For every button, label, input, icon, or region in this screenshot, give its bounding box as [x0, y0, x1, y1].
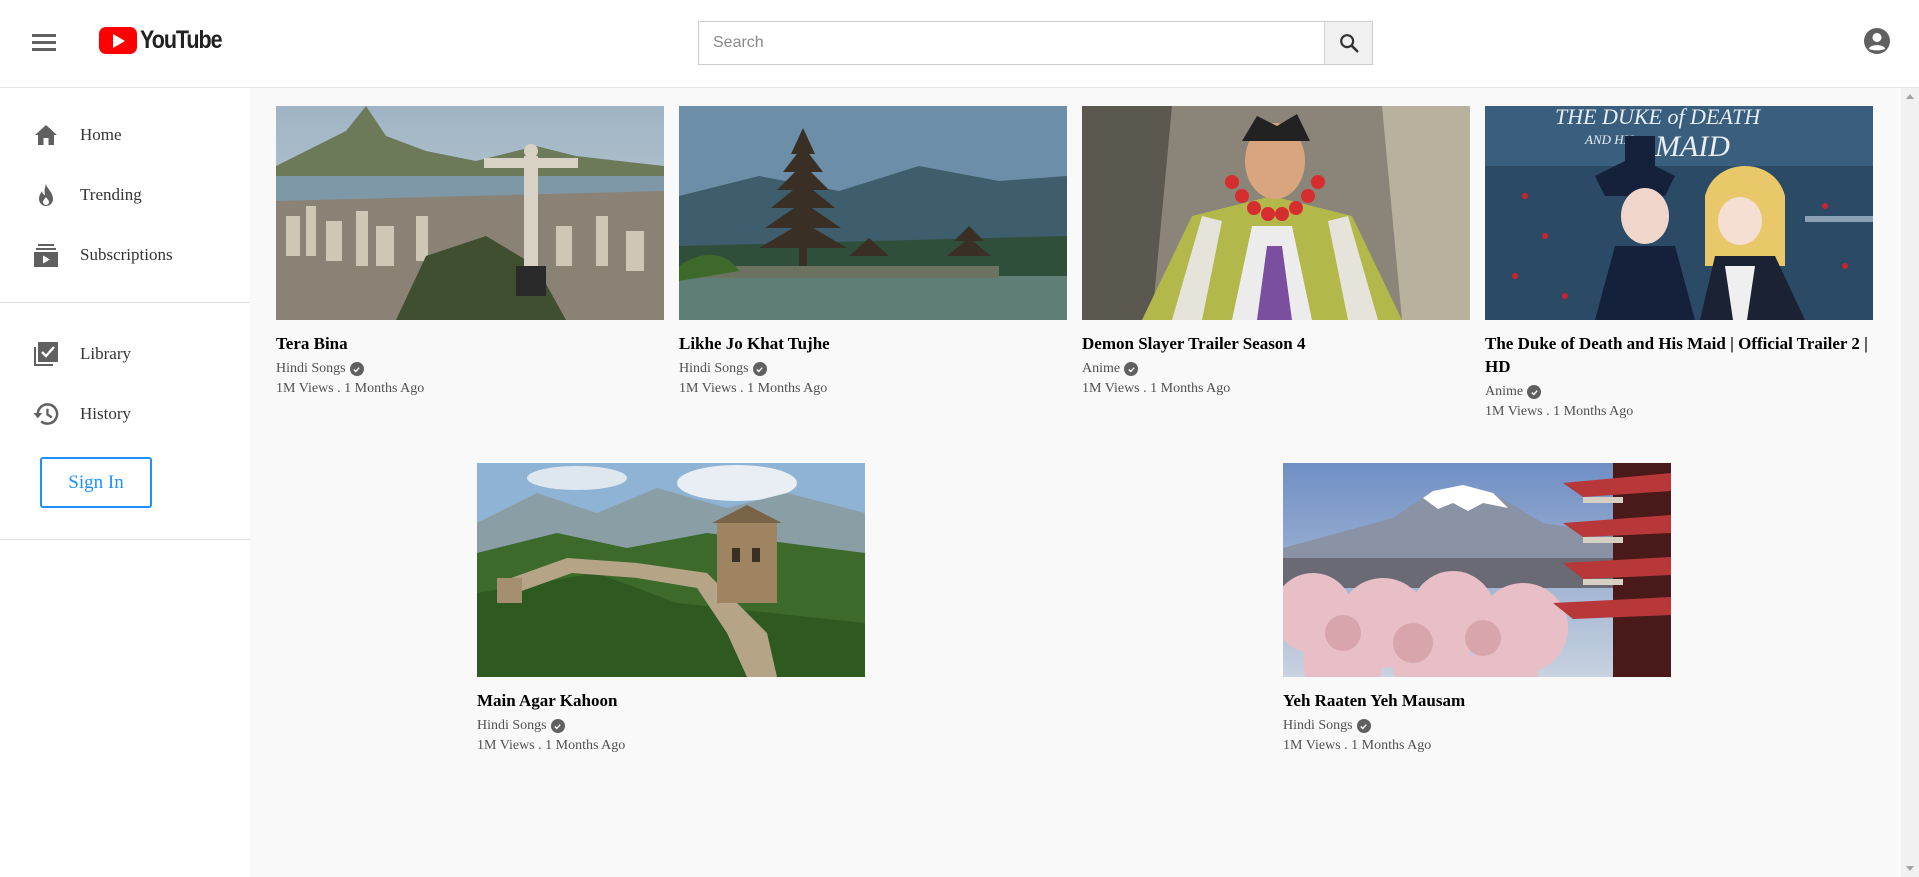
- logo-text: YouTube: [140, 25, 223, 54]
- channel-name[interactable]: Anime: [1485, 384, 1523, 400]
- channel-row: Hindi Songs: [679, 361, 1067, 377]
- sidebar-item-label: Trending: [80, 185, 142, 204]
- video-title[interactable]: The Duke of Death and His Maid | Officia…: [1485, 332, 1873, 378]
- verified-check-icon: [1124, 362, 1139, 376]
- video-title[interactable]: Likhe Jo Khat Tujhe: [679, 332, 1067, 355]
- sidebar-item-trending[interactable]: Trending: [0, 171, 250, 219]
- scroll-down-arrow-icon[interactable]: [1906, 866, 1914, 871]
- sign-in-button[interactable]: Sign In: [40, 457, 152, 508]
- video-title[interactable]: Demon Slayer Trailer Season 4: [1082, 332, 1470, 355]
- thumbnail-title-line-3: MAID: [1654, 130, 1730, 163]
- video-card[interactable]: THE DUKE of DEATH AND HIS MAID The Duke …: [1485, 106, 1873, 420]
- video-title[interactable]: Main Agar Kahoon: [477, 689, 865, 712]
- video-thumbnail[interactable]: [1082, 106, 1470, 320]
- sidebar-item-label: History: [80, 404, 131, 423]
- video-meta: 1M Views . 1 Months Ago: [1485, 404, 1634, 419]
- video-card[interactable]: Likhe Jo Khat Tujhe Hindi Songs 1M Views…: [679, 106, 1067, 397]
- video-grid: Tera Bina Hindi Songs 1M Views . 1 Month…: [250, 88, 1901, 877]
- sidebar-item-label: Home: [80, 125, 122, 144]
- video-meta: 1M Views . 1 Months Ago: [276, 381, 425, 396]
- verified-check-icon: [1356, 719, 1371, 733]
- channel-row: Anime: [1485, 384, 1873, 400]
- hamburger-menu-icon[interactable]: [32, 30, 62, 56]
- channel-name[interactable]: Anime: [1082, 361, 1120, 377]
- history-icon: [33, 401, 59, 427]
- video-thumbnail[interactable]: [1283, 463, 1671, 677]
- verified-check-icon: [349, 362, 364, 376]
- search-bar: [698, 21, 1373, 65]
- sidebar-item-label: Library: [80, 344, 131, 363]
- account-icon[interactable]: [1863, 27, 1891, 55]
- video-thumbnail[interactable]: [477, 463, 865, 677]
- video-card[interactable]: Demon Slayer Trailer Season 4 Anime 1M V…: [1082, 106, 1470, 397]
- channel-row: Hindi Songs: [276, 361, 664, 377]
- search-button[interactable]: [1324, 22, 1372, 64]
- sidebar-item-library[interactable]: Library: [0, 330, 250, 378]
- video-card[interactable]: Main Agar Kahoon Hindi Songs 1M Views . …: [477, 463, 865, 754]
- sidebar: Home Trending Subscriptions Library Hist…: [0, 88, 250, 877]
- video-thumbnail[interactable]: [276, 106, 664, 320]
- sidebar-item-subscriptions[interactable]: Subscriptions: [0, 231, 250, 279]
- flame-icon: [33, 182, 59, 208]
- channel-row: Anime: [1082, 361, 1470, 377]
- youtube-logo[interactable]: YouTube: [99, 26, 235, 54]
- video-title[interactable]: Yeh Raaten Yeh Mausam: [1283, 689, 1671, 712]
- video-thumbnail[interactable]: THE DUKE of DEATH AND HIS MAID: [1485, 106, 1873, 320]
- channel-name[interactable]: Hindi Songs: [679, 361, 749, 377]
- video-meta: 1M Views . 1 Months Ago: [477, 738, 626, 753]
- video-card[interactable]: Yeh Raaten Yeh Mausam Hindi Songs 1M Vie…: [1283, 463, 1671, 754]
- play-logo-icon: [99, 26, 137, 54]
- library-icon: [33, 341, 59, 367]
- sidebar-divider: [0, 539, 250, 540]
- channel-row: Hindi Songs: [1283, 718, 1671, 734]
- home-icon: [33, 122, 59, 148]
- video-meta: 1M Views . 1 Months Ago: [1082, 381, 1231, 396]
- sidebar-item-home[interactable]: Home: [0, 111, 250, 159]
- subscriptions-icon: [33, 242, 59, 268]
- vertical-scrollbar[interactable]: [1901, 88, 1919, 877]
- channel-row: Hindi Songs: [477, 718, 865, 734]
- video-meta: 1M Views . 1 Months Ago: [679, 381, 828, 396]
- video-card[interactable]: Tera Bina Hindi Songs 1M Views . 1 Month…: [276, 106, 664, 397]
- video-thumbnail[interactable]: [679, 106, 1067, 320]
- channel-name[interactable]: Hindi Songs: [1283, 718, 1353, 734]
- channel-name[interactable]: Hindi Songs: [477, 718, 547, 734]
- video-title[interactable]: Tera Bina: [276, 332, 664, 355]
- sidebar-divider: [0, 302, 250, 303]
- verified-check-icon: [752, 362, 767, 376]
- verified-check-icon: [1527, 385, 1542, 399]
- sidebar-item-label: Subscriptions: [80, 245, 173, 264]
- channel-name[interactable]: Hindi Songs: [276, 361, 346, 377]
- search-icon: [1339, 34, 1359, 53]
- sidebar-item-history[interactable]: History: [0, 390, 250, 438]
- scroll-up-arrow-icon[interactable]: [1906, 94, 1914, 99]
- top-header: YouTube: [0, 0, 1919, 88]
- search-input[interactable]: [699, 22, 1324, 64]
- video-meta: 1M Views . 1 Months Ago: [1283, 738, 1432, 753]
- verified-check-icon: [550, 719, 565, 733]
- thumbnail-title-line-1: THE DUKE of DEATH: [1555, 106, 1761, 129]
